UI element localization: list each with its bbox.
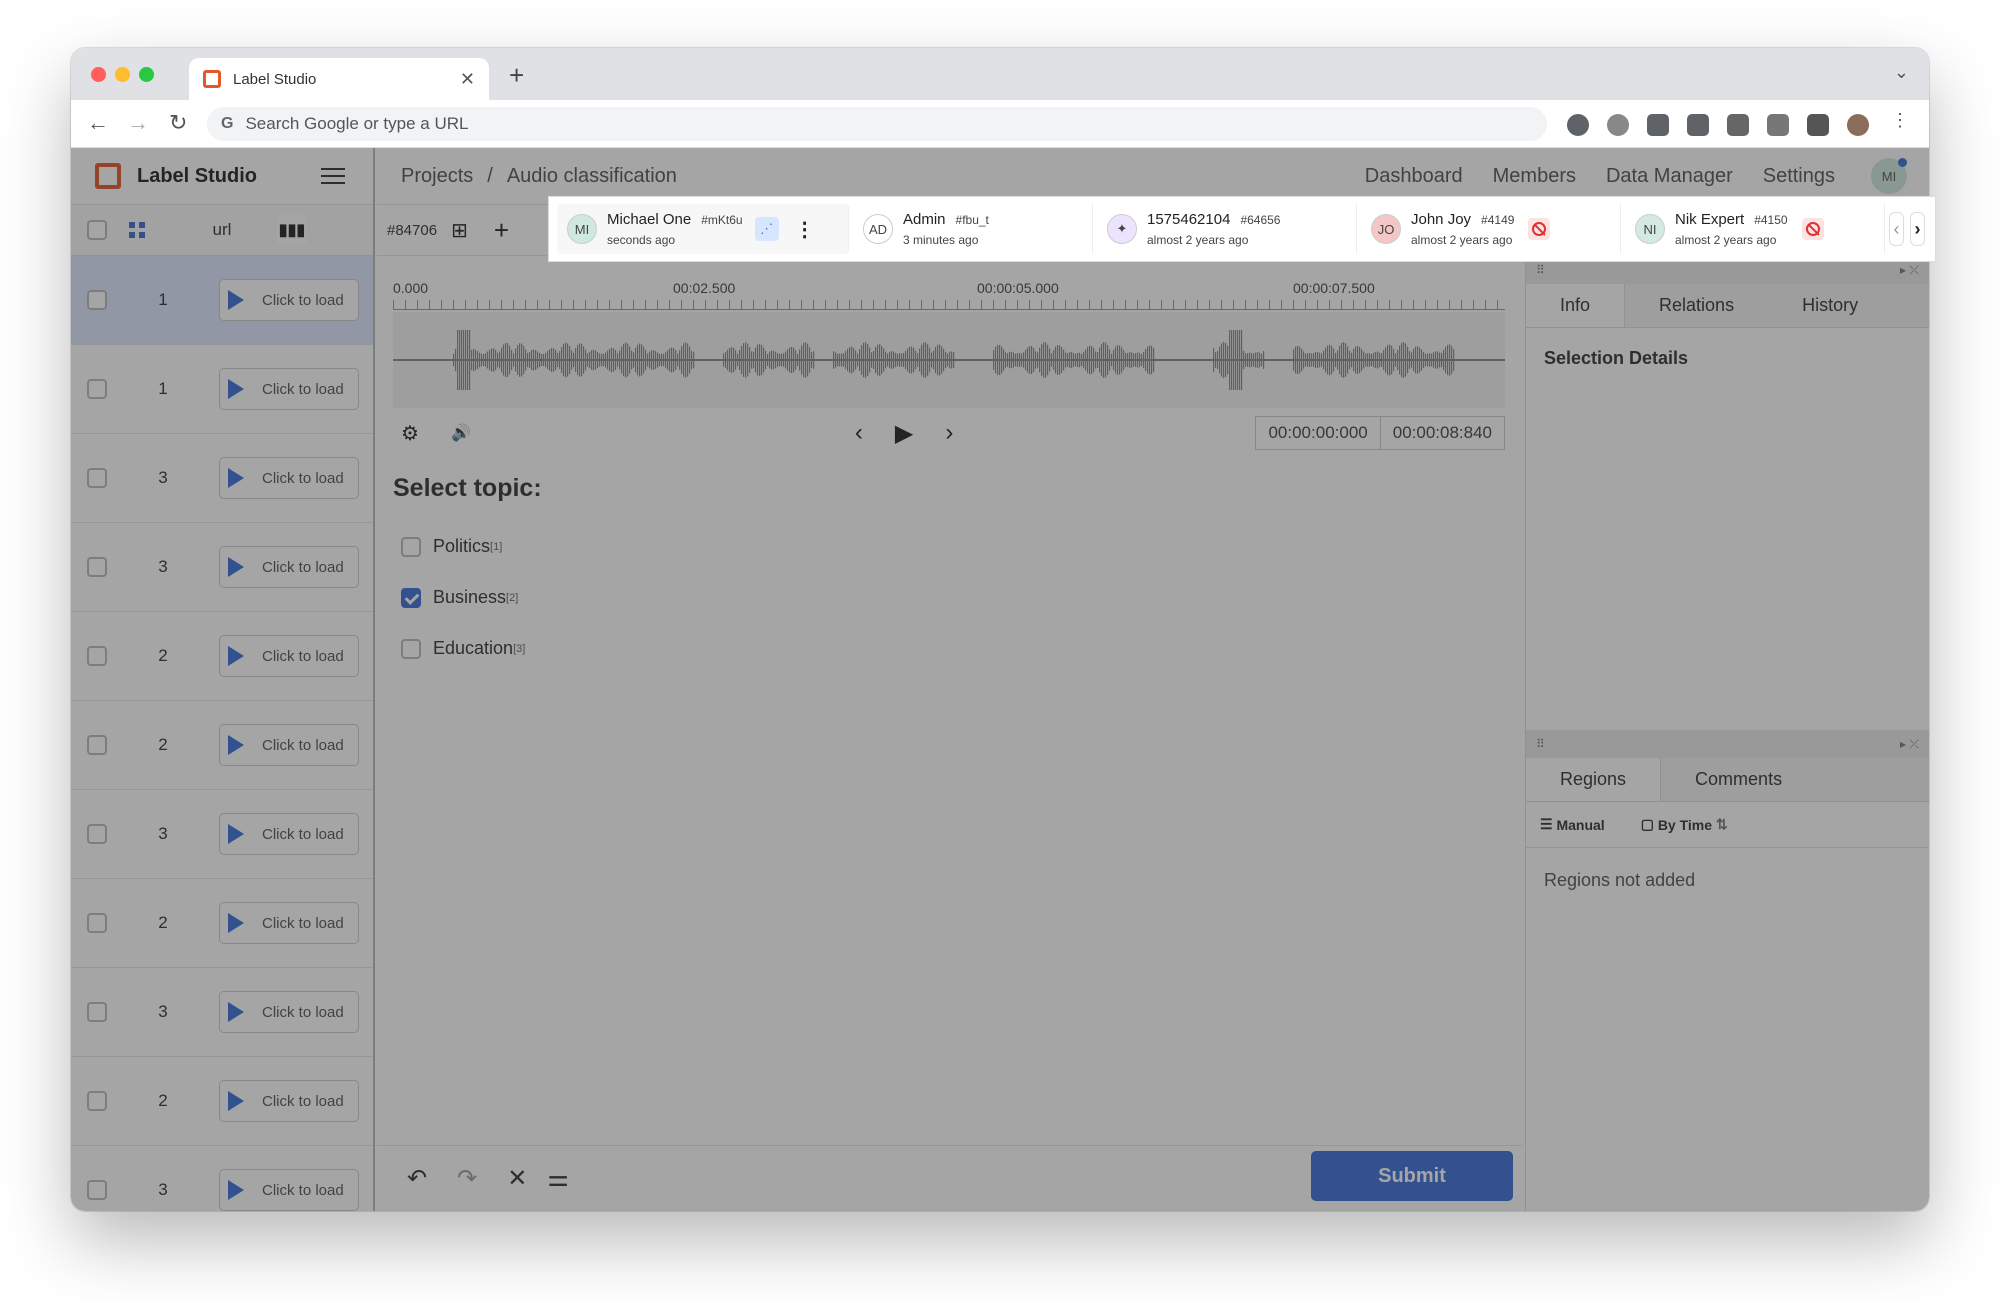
close-window-button[interactable]: [91, 67, 106, 82]
annotator-name: Michael One: [607, 211, 692, 228]
more-options-icon[interactable]: ⋮: [795, 217, 815, 242]
rejected-icon: [1528, 218, 1551, 240]
tab-search-chevron-icon[interactable]: ⌄: [1894, 62, 1909, 83]
back-icon[interactable]: ←: [87, 110, 109, 136]
annotation-tab[interactable]: AD Admin #fbu_t 3 minutes ago: [853, 204, 1093, 254]
close-tab-icon[interactable]: ✕: [460, 69, 475, 90]
tab-title: Label Studio: [233, 70, 317, 88]
zoom-window-button[interactable]: [139, 67, 154, 82]
dim-overlay: [71, 148, 1929, 1211]
address-placeholder: Search Google or type a URL: [245, 114, 469, 133]
new-tab-button[interactable]: +: [509, 60, 524, 91]
google-icon: G: [221, 115, 234, 132]
annotation-id: #mKt6u: [701, 213, 743, 227]
label-studio-app: Label Studio url ▮▮▮ 1 Click to load 1 Clic…: [71, 148, 1929, 1211]
relation-icon[interactable]: ⋰: [754, 217, 779, 241]
scroll-left-arrow-icon[interactable]: ‹: [1889, 212, 1904, 246]
annotation-meta: Admin #fbu_t 3 minutes ago: [903, 211, 989, 247]
annotator-name: Nik Expert: [1675, 211, 1745, 228]
annotation-list: MI Michael One #mKt6u seconds ago ⋰ ⋮ AD Admin #…: [557, 204, 1889, 254]
annotation-time: almost 2 years ago: [1411, 233, 1513, 247]
annotator-name: Admin: [903, 211, 946, 228]
annotator-name: John Joy: [1411, 211, 1472, 228]
annotation-meta: Nik Expert #4150 almost 2 years ago: [1675, 211, 1788, 247]
annotation-tab[interactable]: MI Michael One #mKt6u seconds ago ⋰ ⋮: [557, 204, 849, 254]
scroll-right-arrow-icon[interactable]: ›: [1910, 212, 1925, 246]
reload-icon[interactable]: ↻: [169, 110, 187, 136]
annotation-meta: Michael One #mKt6u seconds ago: [607, 211, 743, 247]
annotation-time: seconds ago: [607, 233, 676, 247]
media-list-icon[interactable]: [1767, 114, 1789, 136]
annotator-avatar: NI: [1635, 214, 1665, 244]
annotation-id: #4150: [1754, 213, 1788, 227]
annotator-name: 1575462104: [1147, 211, 1231, 228]
annotator-avatar: JO: [1371, 214, 1401, 244]
grammar-extension-icon[interactable]: [1607, 114, 1629, 136]
notion-extension-icon[interactable]: [1687, 114, 1709, 136]
address-bar[interactable]: G Search Google or type a URL: [207, 107, 1547, 141]
kebab-menu-icon[interactable]: ⋮: [1891, 110, 1909, 131]
annotator-avatar: AD: [863, 214, 893, 244]
rejected-icon: [1801, 218, 1824, 240]
annotation-id: #64656: [1240, 213, 1281, 227]
annotator-avatar: ✦: [1107, 214, 1137, 244]
camera-extension-icon[interactable]: [1647, 114, 1669, 136]
annotations-bar: MI Michael One #mKt6u seconds ago ⋰ ⋮ AD Admin #…: [548, 196, 1936, 262]
browser-toolbar: ← → ↻ G Search Google or type a URL ⋮: [71, 100, 1929, 148]
extension-icon[interactable]: [1567, 114, 1589, 136]
forward-icon[interactable]: →: [127, 110, 149, 136]
annotation-tab[interactable]: JO John Joy #4149 almost 2 years ago: [1361, 204, 1621, 254]
annotator-avatar: MI: [567, 214, 597, 244]
puzzle-icon[interactable]: [1727, 114, 1749, 136]
annotation-id: #4149: [1481, 213, 1515, 227]
sidebar-icon[interactable]: [1807, 114, 1829, 136]
label-studio-favicon: [203, 70, 221, 88]
annotation-tab[interactable]: ✦ 1575462104 #64656 almost 2 years ago: [1097, 204, 1357, 254]
tab-strip: Label Studio ✕ + ⌄: [71, 48, 1929, 100]
annotation-id: #fbu_t: [955, 213, 989, 227]
annotation-tab[interactable]: NI Nik Expert #4150 almost 2 years ago: [1625, 204, 1885, 254]
annotation-time: almost 2 years ago: [1675, 233, 1777, 247]
annotation-meta: John Joy #4149 almost 2 years ago: [1411, 211, 1514, 247]
profile-avatar[interactable]: [1847, 114, 1869, 136]
annotation-time: almost 2 years ago: [1147, 233, 1249, 247]
minimize-window-button[interactable]: [115, 67, 130, 82]
browser-tab[interactable]: Label Studio ✕: [189, 58, 489, 100]
annotation-meta: 1575462104 #64656 almost 2 years ago: [1147, 211, 1280, 247]
annotation-time: 3 minutes ago: [903, 233, 979, 247]
